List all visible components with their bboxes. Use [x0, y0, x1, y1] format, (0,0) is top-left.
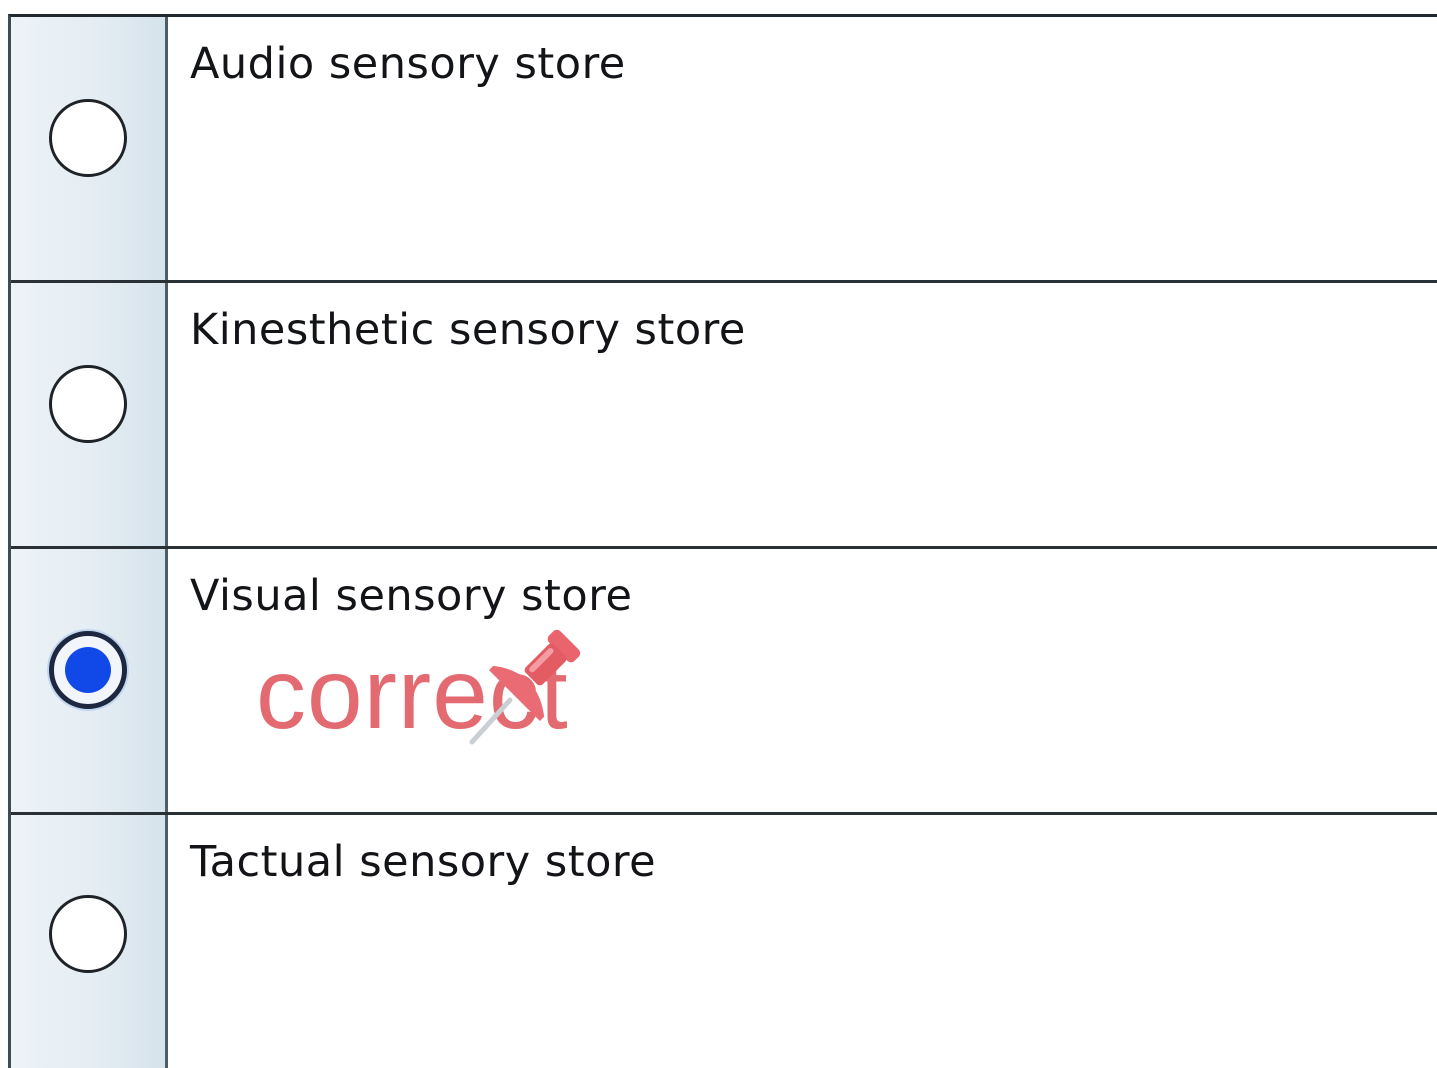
radio-visual-selected[interactable] — [49, 631, 127, 709]
option-label-cell[interactable]: Tactual sensory store — [168, 815, 1437, 1068]
radio-cell — [11, 815, 168, 1068]
option-row-kinesthetic[interactable]: Kinesthetic sensory store — [11, 283, 1437, 549]
radio-kinesthetic[interactable] — [49, 365, 127, 443]
answer-options: Audio sensory store Kinesthetic sensory … — [8, 14, 1437, 1068]
option-label-tactual: Tactual sensory store — [190, 837, 657, 887]
option-label-cell[interactable]: Kinesthetic sensory store — [168, 283, 1437, 546]
option-row-tactual[interactable]: Tactual sensory store — [11, 815, 1437, 1068]
radio-tactual[interactable] — [49, 895, 127, 973]
option-label-kinesthetic: Kinesthetic sensory store — [190, 305, 746, 355]
option-label-cell[interactable]: Audio sensory store — [168, 17, 1437, 280]
option-label-audio: Audio sensory store — [190, 39, 626, 89]
option-label-cell[interactable]: Visual sensory store correct — [168, 549, 1437, 812]
radio-selected-dot — [65, 647, 111, 693]
option-row-audio[interactable]: Audio sensory store — [11, 17, 1437, 283]
pushpin-icon — [469, 629, 581, 745]
option-row-visual[interactable]: Visual sensory store correct — [11, 549, 1437, 815]
radio-audio[interactable] — [49, 99, 127, 177]
radio-cell — [11, 549, 168, 812]
radio-cell — [11, 283, 168, 546]
radio-cell — [11, 17, 168, 280]
